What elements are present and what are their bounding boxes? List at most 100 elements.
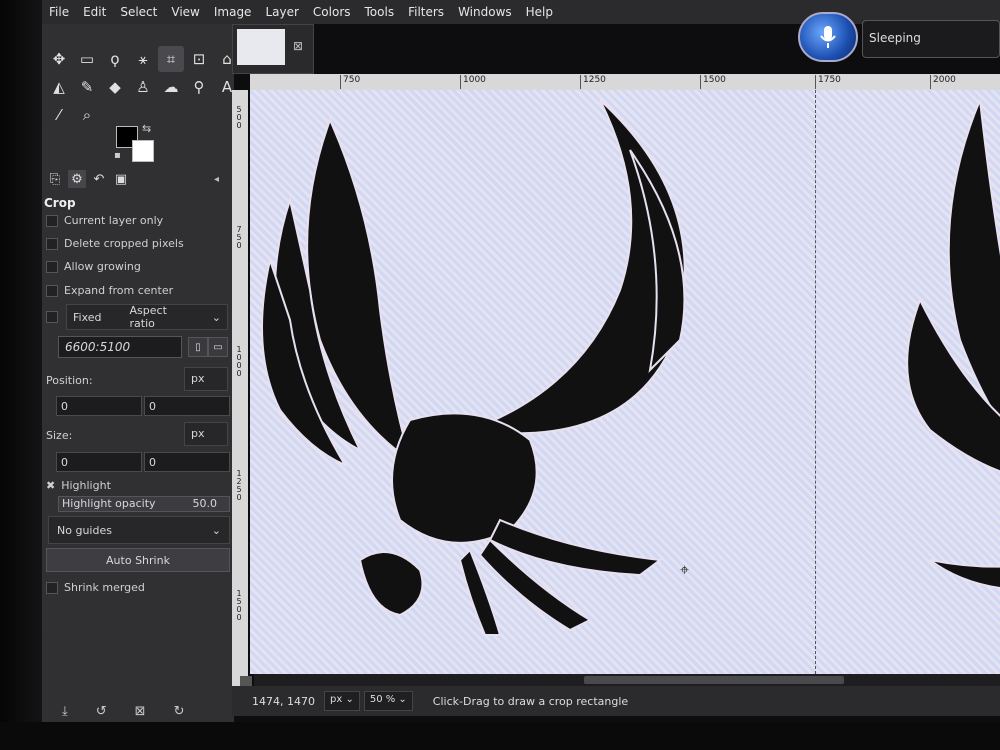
horizontal-scrollbar[interactable]: [254, 674, 1000, 686]
ruler-tick-label: 2000: [930, 75, 956, 89]
menu-filters[interactable]: Filters: [401, 5, 451, 19]
delete-cropped-pixels-checkbox[interactable]: [46, 237, 58, 250]
paintbrush-tool-icon[interactable]: ✎: [74, 74, 100, 100]
size-h-field[interactable]: 0: [144, 452, 230, 472]
menu-file[interactable]: File: [42, 5, 76, 19]
ruler-tick-label: 1250: [580, 75, 606, 89]
position-x-field[interactable]: 0: [56, 396, 142, 416]
unit-value: px: [330, 694, 343, 705]
ruler-tick-label: 5 0 0: [236, 105, 242, 130]
speech-status: Sleeping: [862, 20, 1000, 58]
allow-growing-option[interactable]: Allow growing: [46, 260, 141, 273]
menu-tools[interactable]: Tools: [358, 5, 402, 19]
menu-windows[interactable]: Windows: [451, 5, 519, 19]
color-picker-tool-icon[interactable]: ⁄: [46, 102, 72, 128]
menu-image[interactable]: Image: [207, 5, 259, 19]
size-label: Size:: [46, 429, 73, 442]
fixed-checkbox-wrap[interactable]: [46, 311, 58, 323]
auto-shrink-button[interactable]: Auto Shrink: [46, 548, 230, 572]
eraser-tool-icon[interactable]: ◆: [102, 74, 128, 100]
shrink-merged-option[interactable]: Shrink merged: [46, 581, 145, 594]
bucket-fill-tool-icon[interactable]: ◭: [46, 74, 72, 100]
smudge-tool-icon[interactable]: ☁: [158, 74, 184, 100]
tab-device-status-icon[interactable]: ⚙: [68, 170, 86, 188]
vertical-ruler: 5 0 0 7 5 0 1 0 0 0 1 2 5 0 1 5 0 0: [232, 90, 248, 690]
menu-colors[interactable]: Colors: [306, 5, 358, 19]
monitor-bezel-bottom: [0, 722, 1000, 750]
close-icon[interactable]: ⊠: [293, 39, 303, 53]
transform-tool-icon[interactable]: ⊡: [186, 46, 212, 72]
reset-defaults-icon[interactable]: ↻: [174, 704, 185, 719]
allow-growing-checkbox[interactable]: [46, 260, 58, 273]
landscape-icon[interactable]: ▭: [208, 337, 228, 357]
position-y-field[interactable]: 0: [144, 396, 230, 416]
current-layer-only-checkbox[interactable]: [46, 214, 58, 227]
chevron-down-icon: ⌄: [211, 310, 221, 324]
expand-from-center-option[interactable]: Expand from center: [46, 284, 173, 297]
tool-grid: ✥ ▭ ϙ ⚹ ⌗ ⊡ ⌂ ◭ ✎ ◆ ♙ ☁ ⚲ A ⁄ ⌕: [46, 46, 240, 128]
save-preset-icon[interactable]: ⤓: [62, 704, 68, 719]
eagle-artwork-copy: [906, 100, 1000, 589]
highlight-opacity-label: Highlight opacity: [62, 497, 156, 510]
guides-value: No guides: [57, 524, 112, 537]
shrink-merged-label: Shrink merged: [64, 581, 145, 594]
portrait-icon[interactable]: ▯: [188, 337, 208, 357]
tab-tool-options-icon[interactable]: ⎘: [46, 170, 64, 188]
crosshair-cursor-icon: ⌖: [680, 560, 690, 579]
paths-tool-icon[interactable]: ⚲: [186, 74, 212, 100]
delete-preset-icon[interactable]: ⊠: [135, 704, 146, 719]
zoom-dropdown[interactable]: 50 % ⌄: [363, 691, 413, 711]
size-unit-dropdown[interactable]: px: [184, 422, 228, 446]
scrollbar-thumb[interactable]: [584, 676, 844, 684]
ruler-tick-label: 1750: [815, 75, 841, 89]
fixed-mode-dropdown[interactable]: Fixed Aspect ratio ⌄: [66, 304, 228, 330]
expand-from-center-checkbox[interactable]: [46, 284, 58, 297]
fixed-checkbox[interactable]: [46, 311, 58, 323]
menu-select[interactable]: Select: [113, 5, 164, 19]
toolbox-bottom-actions: ⤓ ↺ ⊠ ↻: [62, 704, 184, 719]
free-select-tool-icon[interactable]: ϙ: [102, 46, 128, 72]
background-color-swatch[interactable]: [132, 140, 154, 162]
microphone-icon: [820, 26, 836, 48]
fuzzy-select-tool-icon[interactable]: ⚹: [130, 46, 156, 72]
highlight-option[interactable]: ✖ Highlight: [46, 479, 111, 492]
current-layer-only-label: Current layer only: [64, 214, 164, 227]
delete-cropped-pixels-label: Delete cropped pixels: [64, 237, 184, 250]
image-canvas[interactable]: ⌖: [250, 90, 1000, 674]
speech-mic-button[interactable]: [798, 12, 858, 62]
reset-colors-icon[interactable]: ▪: [114, 150, 121, 161]
guide-line[interactable]: [815, 90, 816, 674]
unit-dropdown[interactable]: px ⌄: [324, 691, 360, 711]
highlight-checked-icon[interactable]: ✖: [46, 479, 55, 492]
image-tab[interactable]: ⊠: [232, 24, 314, 74]
allow-growing-label: Allow growing: [64, 260, 141, 273]
ruler-tick-label: 1 0 0 0: [236, 345, 242, 378]
menu-edit[interactable]: Edit: [76, 5, 113, 19]
ruler-tick-label: 750: [340, 75, 360, 89]
delete-cropped-pixels-option[interactable]: Delete cropped pixels: [46, 237, 184, 250]
position-unit-dropdown[interactable]: px: [184, 367, 228, 391]
tab-undo-history-icon[interactable]: ↶: [90, 170, 108, 188]
menu-view[interactable]: View: [164, 5, 206, 19]
move-tool-icon[interactable]: ✥: [46, 46, 72, 72]
restore-preset-icon[interactable]: ↺: [96, 704, 107, 719]
crop-tool-icon[interactable]: ⌗: [158, 46, 184, 72]
menu-layer[interactable]: Layer: [258, 5, 305, 19]
rect-select-tool-icon[interactable]: ▭: [74, 46, 100, 72]
menu-help[interactable]: Help: [519, 5, 560, 19]
size-w-field[interactable]: 0: [56, 452, 142, 472]
ruler-tick-label: 1500: [700, 75, 726, 89]
panel-menu-icon[interactable]: ◂: [214, 174, 219, 185]
ruler-tick-label: 1000: [460, 75, 486, 89]
clone-tool-icon[interactable]: ♙: [130, 74, 156, 100]
guides-dropdown[interactable]: No guides ⌄: [48, 516, 230, 544]
aspect-ratio-input[interactable]: 6600:5100: [58, 336, 182, 358]
tab-images-icon[interactable]: ▣: [112, 170, 130, 188]
shrink-merged-checkbox[interactable]: [46, 581, 58, 594]
dock-tabs: ⎘ ⚙ ↶ ▣: [46, 170, 130, 188]
swap-colors-icon[interactable]: ⇆: [142, 122, 151, 135]
current-layer-only-option[interactable]: Current layer only: [46, 214, 163, 227]
tool-options-title: Crop: [44, 196, 76, 210]
highlight-opacity-slider[interactable]: Highlight opacity 50.0: [58, 496, 230, 512]
zoom-tool-icon[interactable]: ⌕: [74, 102, 100, 128]
